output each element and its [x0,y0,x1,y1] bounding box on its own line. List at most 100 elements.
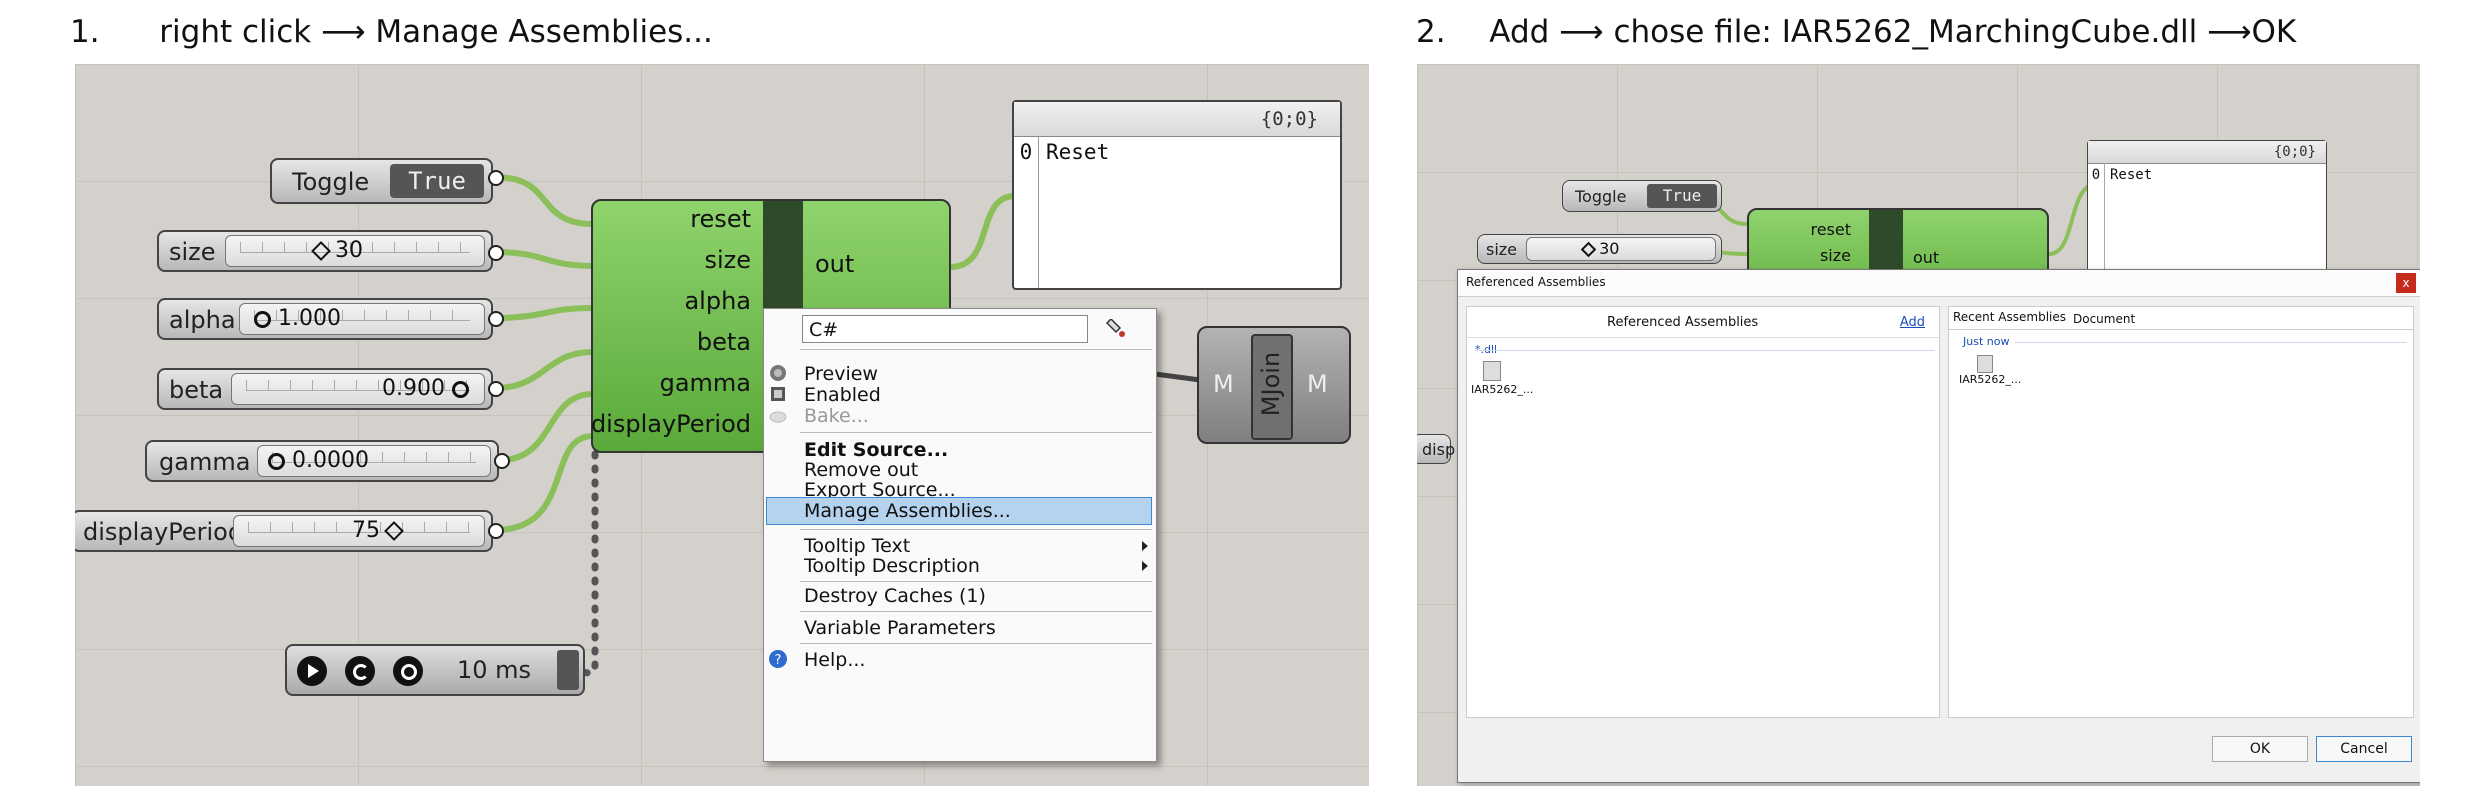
menu-item-help[interactable]: Help... [804,649,865,671]
step-1-text: right click ⟶ Manage Assemblies... [159,14,713,50]
panel-header: {0;0} [1014,102,1340,137]
grasshopper-canvas-2[interactable]: Toggle True size 30 reset size out {0;0}… [1417,64,2420,786]
slider-alpha-track[interactable]: 1.000 [239,303,485,335]
menu-item-manage-assemblies[interactable]: Manage Assemblies... [804,500,1011,522]
toggle-value[interactable]: True [390,164,484,198]
slider-beta-value: 0.900 [382,376,445,401]
slider-displayperiod-track[interactable]: 75 [233,515,485,547]
slider-displayperiod-handle[interactable] [384,521,404,541]
menu-item-preview[interactable]: Preview [804,363,878,385]
right-file-name[interactable]: IAR5262_... [1959,373,2021,386]
slider-gamma-track[interactable]: 0.0000 [257,445,491,477]
panel-text-2: Reset [2110,167,2153,183]
cancel-button[interactable]: Cancel [2316,736,2412,762]
slider-size-2[interactable]: size 30 [1477,234,1722,264]
timer-interval: 10 ms [457,656,532,684]
slider-beta-label: beta [169,376,224,404]
close-button[interactable]: x [2396,273,2416,293]
slider-beta-grip[interactable] [488,381,504,397]
input-reset[interactable]: reset [690,205,751,233]
input-reset-2[interactable]: reset [1810,220,1851,239]
input-beta[interactable]: beta [697,328,751,356]
dll-file-icon[interactable] [1483,361,1501,381]
slider-displayperiod-label: displayPeriod [83,518,244,546]
wire-size [494,249,594,269]
paint-icon[interactable] [1104,317,1126,339]
slider-size-2-value: 30 [1599,239,1620,258]
menu-item-edit-source[interactable]: Edit Source... [804,439,948,461]
slider-gamma[interactable]: gamma 0.0000 [145,440,499,482]
slider-beta[interactable]: beta 0.900 [157,368,493,410]
input-size-2[interactable]: size [1820,246,1851,265]
slider-beta-handle[interactable] [451,380,469,398]
mjoin-component[interactable]: M MJoin M [1197,326,1351,444]
tab-recent-assemblies[interactable]: Recent Assemblies [1953,310,2066,324]
toggle-component[interactable]: Toggle True [270,158,493,204]
timer-handle[interactable] [557,650,579,690]
menu-item-enabled[interactable]: Enabled [804,384,881,406]
slider-size-2-handle[interactable] [1580,241,1597,258]
slider-displayperiod[interactable]: displayPeriod 75 [75,510,493,552]
menu-item-destroy-caches[interactable]: Destroy Caches (1) [804,585,986,607]
slider-displayperiod-grip[interactable] [488,523,504,539]
output-out-2[interactable]: out [1913,248,1939,267]
wire-out-panel [949,193,1016,270]
context-menu-search-input[interactable]: C# [802,315,1088,343]
dialog-title: Referenced Assemblies [1466,275,1606,289]
help-icon: ? [768,649,788,669]
slider-displayperiod-value: 75 [352,518,380,543]
referenced-assemblies-list[interactable]: Referenced Assemblies Add *.dll IAR5262_… [1466,306,1940,718]
slider-size[interactable]: size 30 [157,230,493,272]
slider-size-label: size [169,238,216,266]
toggle-component-2[interactable]: Toggle True [1562,180,1722,212]
slider-size-track[interactable]: 30 [225,235,485,267]
slider-alpha-handle[interactable] [254,310,271,328]
menu-item-tooltip-description[interactable]: Tooltip Description [804,555,980,577]
menu-item-tooltip-text[interactable]: Tooltip Text [804,535,910,557]
partial-slider-label: disp [1422,440,1456,459]
dialog-titlebar: Referenced Assemblies x [1458,270,2420,297]
slider-size-handle[interactable] [311,241,331,261]
grasshopper-canvas-1[interactable]: Toggle True size 30 alpha 1.000 beta 0.9… [75,64,1369,786]
tab-document[interactable]: Document [2073,312,2135,326]
toggle-output-grip[interactable] [488,170,504,186]
play-icon[interactable] [297,656,327,686]
context-menu: C# Preview Enabled Bake... Edit Source..… [763,308,1157,762]
input-displayperiod[interactable]: displayPeriod [591,410,751,438]
slider-alpha-grip[interactable] [488,311,504,327]
input-size[interactable]: size [704,246,751,274]
slider-gamma-grip[interactable] [494,453,510,469]
input-gamma[interactable]: gamma [660,369,751,397]
partial-slider: disp [1417,434,1455,464]
panel-component[interactable]: {0;0} 0 Reset [1012,100,1342,290]
slider-size-grip[interactable] [488,245,504,261]
bake-icon [768,405,788,425]
left-pane-header: Referenced Assemblies [1607,315,1759,330]
slider-alpha[interactable]: alpha 1.000 [157,298,493,340]
menu-item-remove-out[interactable]: Remove out [804,459,918,481]
timer-component[interactable]: 10 ms [285,644,585,696]
slider-gamma-handle[interactable] [268,452,285,470]
input-alpha[interactable]: alpha [684,287,751,315]
clock-icon[interactable] [345,656,375,686]
submenu-arrow-icon [1142,561,1148,571]
referenced-assemblies-dialog: Referenced Assemblies x Referenced Assem… [1457,269,2420,783]
left-file-name[interactable]: IAR5262_... [1471,383,1533,396]
step-2-number: 2. [1416,14,1446,50]
dll-file-icon-recent[interactable] [1977,355,1993,373]
slider-beta-track[interactable]: 0.900 [231,373,485,405]
stop-icon[interactable] [393,656,423,686]
toggle-label: Toggle [292,168,370,196]
toggle-value-2[interactable]: True [1647,184,1717,208]
slider-gamma-label: gamma [159,448,251,476]
panel-header-2: {0;0} [2088,141,2326,164]
panel-index: 0 [1014,136,1039,288]
step-2-text: Add ⟶ chose file: IAR5262_MarchingCube.d… [1489,14,2297,50]
toggle-label-2: Toggle [1575,187,1627,206]
menu-item-variable-parameters[interactable]: Variable Parameters [804,617,996,639]
step-1-number: 1. [70,14,100,50]
output-out[interactable]: out [815,250,854,278]
add-link[interactable]: Add [1900,315,1925,330]
slider-size-value: 30 [335,238,363,263]
ok-button[interactable]: OK [2212,736,2308,762]
